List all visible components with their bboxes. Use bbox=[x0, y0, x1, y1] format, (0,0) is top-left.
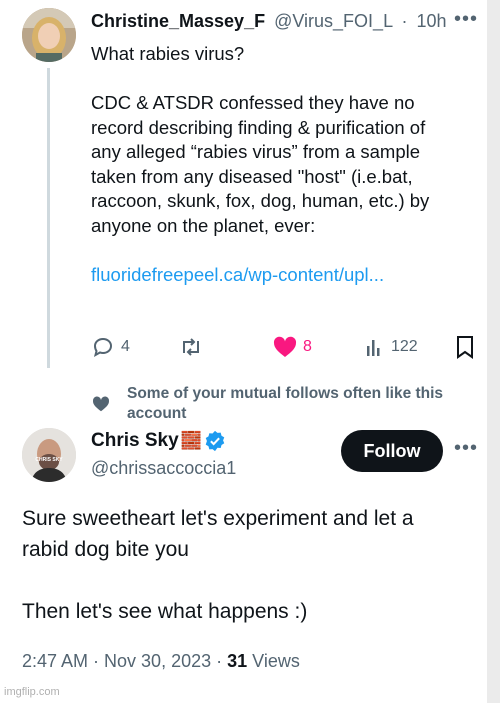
tweet-text: What rabies virus? CDC & ATSDR confessed… bbox=[91, 42, 471, 287]
action-bar: 4 8 122 bbox=[0, 334, 487, 360]
heart-icon bbox=[92, 396, 110, 417]
bookmark-button[interactable] bbox=[456, 334, 474, 360]
more-icon[interactable]: ••• bbox=[454, 437, 478, 460]
timestamp[interactable]: 10h bbox=[416, 11, 446, 31]
page-edge bbox=[487, 0, 500, 703]
watermark: imgflip.com bbox=[4, 686, 60, 698]
text-line: raccoon, skunk, fox, dog, human, etc.) b… bbox=[91, 190, 430, 211]
avatar[interactable] bbox=[22, 8, 76, 62]
timestamp[interactable]: 2:47 AM · Nov 30, 2023 · bbox=[22, 651, 222, 671]
tweet-link[interactable]: fluoridefreepeel.ca/wp-content/upl... bbox=[91, 263, 471, 288]
views-count: 31 bbox=[227, 651, 248, 671]
brick-emoji: 🧱 bbox=[180, 431, 202, 450]
like-count: 8 bbox=[303, 338, 312, 355]
views-label: Views bbox=[252, 651, 300, 671]
like-button[interactable]: 8 bbox=[273, 334, 312, 360]
text-line: rabid dog bite you bbox=[22, 538, 189, 561]
tweet-screenshot: Christine_Massey_F @Virus_FOI_L · 10h ••… bbox=[0, 0, 487, 703]
retweet-button[interactable] bbox=[178, 334, 210, 360]
bookmark-icon bbox=[457, 336, 473, 359]
views-count: 122 bbox=[391, 338, 418, 355]
display-name[interactable]: Chris Sky bbox=[91, 430, 179, 452]
separator: · bbox=[401, 11, 408, 31]
text-line: record describing finding & purification… bbox=[91, 116, 426, 138]
verified-badge-icon bbox=[205, 430, 225, 452]
text-line: Sure sweetheart let's experiment and let… bbox=[22, 507, 414, 530]
handle[interactable]: @Virus_FOI_L bbox=[274, 11, 392, 31]
heart-icon bbox=[273, 336, 297, 357]
avatar[interactable]: CHRIS SKY bbox=[22, 428, 76, 482]
text-line: What rabies virus? bbox=[91, 43, 245, 64]
text-line: any alleged “rabies virus” from a sample bbox=[91, 141, 421, 162]
text-line: Then let's see what happens :) bbox=[22, 600, 308, 623]
text-line: CDC & ATSDR confessed they have no bbox=[91, 92, 415, 113]
reply-count: 4 bbox=[121, 338, 130, 355]
display-name[interactable]: Christine_Massey_F bbox=[91, 11, 265, 31]
follow-button[interactable]: Follow bbox=[341, 430, 443, 472]
retweet-icon bbox=[183, 338, 199, 356]
views-button[interactable]: 122 bbox=[365, 334, 418, 360]
text-line: taken from any diseased "host" (i.e.bat, bbox=[91, 165, 413, 187]
tweet-text: Sure sweetheart let's experiment and let… bbox=[22, 503, 472, 627]
more-icon[interactable]: ••• bbox=[454, 8, 478, 31]
tweet-header: Christine_Massey_F @Virus_FOI_L · 10h bbox=[91, 10, 451, 32]
reply-button[interactable]: 4 bbox=[91, 334, 130, 360]
text-line: anyone on the planet, ever: bbox=[91, 214, 316, 236]
tweet-meta: 2:47 AM · Nov 30, 2023 · 31 Views bbox=[22, 651, 300, 672]
avatar-label: CHRIS SKY bbox=[35, 457, 63, 463]
handle[interactable]: @chrissaccoccia1 bbox=[91, 458, 236, 479]
name-row: Chris Sky 🧱 bbox=[91, 430, 226, 452]
reply-icon bbox=[93, 337, 113, 357]
thread-line bbox=[47, 68, 50, 368]
views-icon bbox=[367, 340, 380, 356]
social-context-text: Some of your mutual follows often like t… bbox=[127, 385, 444, 422]
